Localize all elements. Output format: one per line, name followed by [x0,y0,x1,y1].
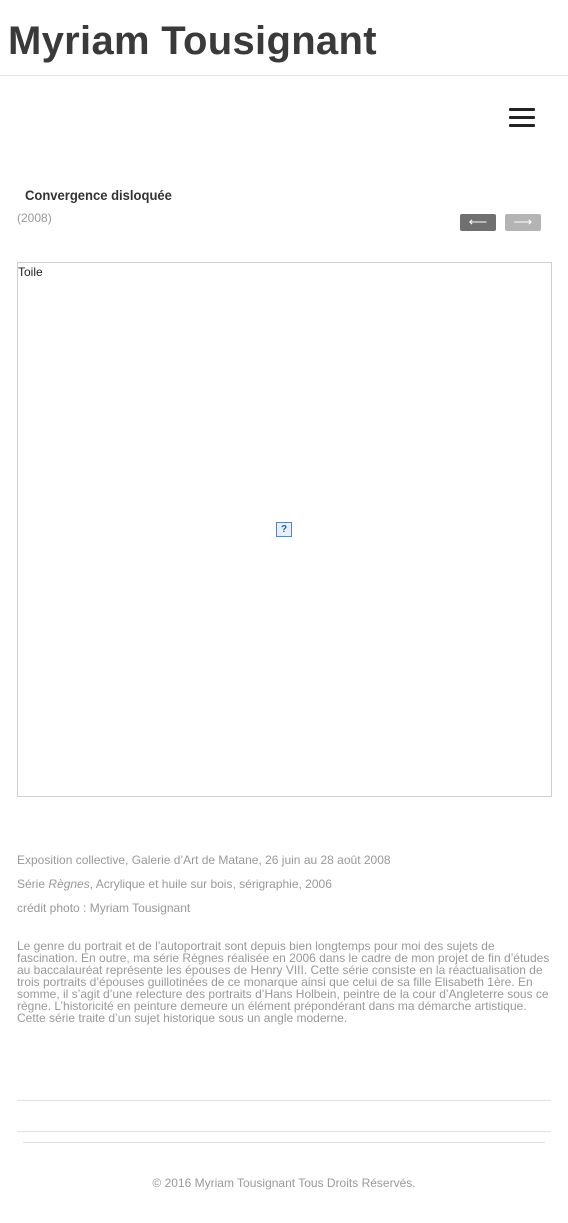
content-divider [17,1100,551,1101]
previous-work-button[interactable]: ⟵ [460,214,496,231]
work-year: (2008) [17,211,52,225]
menu-bar [509,116,535,119]
menu-bar [509,108,535,111]
exhibition-info: Exposition collective, Galerie d’Art de … [17,853,391,867]
series-info: Série Règnes, Acrylique et huile sur boi… [17,877,332,891]
next-work-button[interactable]: ⟶ [505,214,541,231]
photo-credit: crédit photo : Myriam Tousignant [17,901,191,915]
artwork-image[interactable]: Toile ? [17,262,552,797]
footer-divider [23,1142,545,1143]
broken-image-icon: ? [276,522,292,537]
arrow-left-icon: ⟵ [468,214,488,229]
series-details: , Acrylique et huile sur bois, sérigraph… [89,877,332,891]
work-title: Convergence disloquée [25,187,172,203]
content-divider [17,1131,551,1132]
site-title[interactable]: Myriam Tousignant [8,18,377,64]
series-name: Règnes [48,877,90,891]
arrow-right-icon: ⟶ [513,214,533,229]
menu-bar [509,124,535,127]
copyright-text: © 2016 Myriam Tousignant Tous Droits Rés… [152,1176,416,1190]
work-description: Le genre du portrait et de l’autoportrai… [17,939,550,1025]
header-divider [0,75,568,76]
series-prefix: Série [17,877,49,891]
hamburger-menu-icon[interactable] [508,106,536,130]
image-alt-text: Toile [18,265,43,279]
